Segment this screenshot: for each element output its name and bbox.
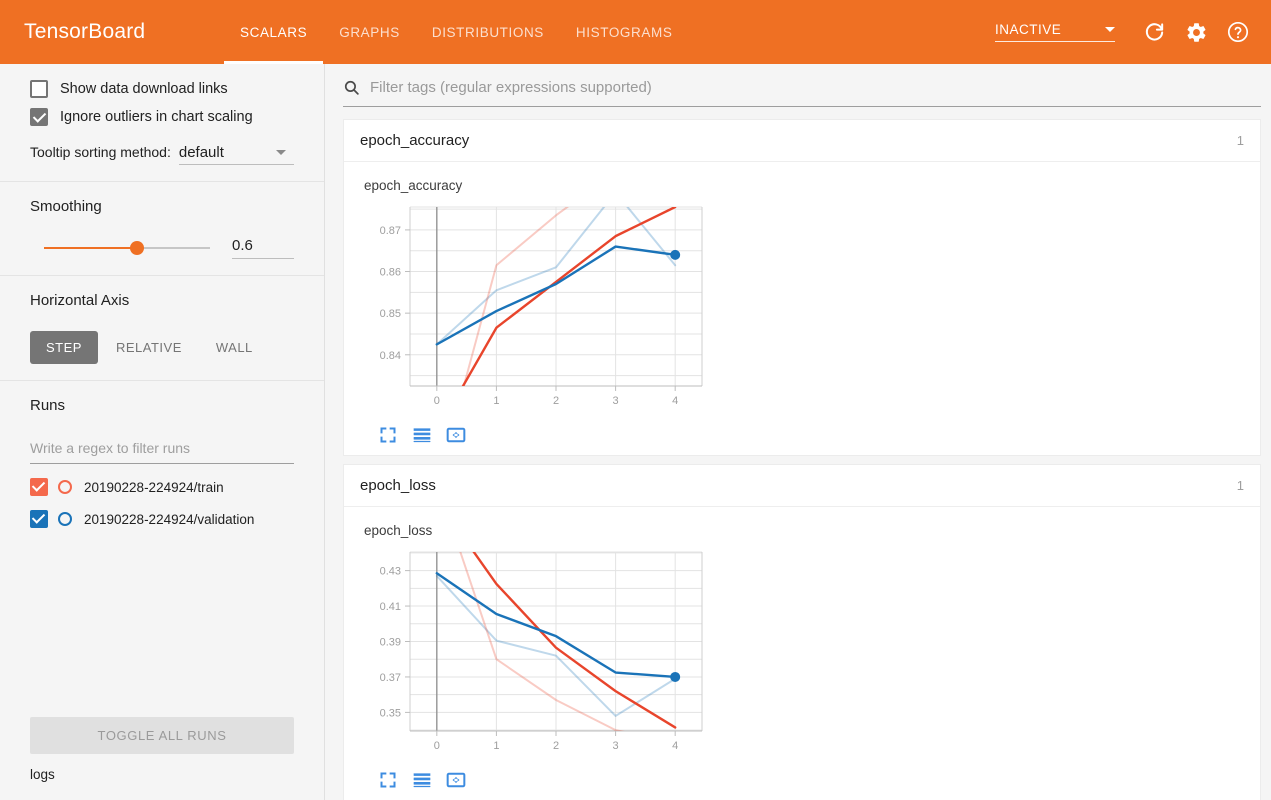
line-chart-epoch-accuracy[interactable]: 0.84 0.85 0.86 0.87 0 1 2 3 4	[362, 199, 722, 414]
chart-title: epoch_accuracy	[364, 178, 463, 193]
smoothing-slider[interactable]	[30, 239, 210, 257]
card-title: epoch_accuracy	[360, 132, 470, 149]
checkbox-label: Ignore outliers in chart scaling	[60, 109, 253, 125]
refresh-icon[interactable]	[1135, 13, 1173, 51]
fullscreen-icon[interactable]	[378, 425, 398, 445]
svg-text:1: 1	[493, 395, 499, 407]
card-body: epoch_accuracy 0.84 0.85 0.86 0.87 0 1 2 3 4	[344, 162, 1260, 455]
settings-gear-icon[interactable]	[1177, 13, 1215, 51]
run-color-dot	[58, 480, 72, 494]
header-actions: INACTIVE	[995, 0, 1257, 64]
tooltip-sorting-row: Tooltip sorting method: default	[30, 144, 294, 165]
smoothing-row: 0.6	[30, 237, 294, 259]
card-body: epoch_loss 0.35 0.37 0.39 0.41 0.43 0 1 2 3 4	[344, 507, 1260, 800]
search-icon	[344, 80, 359, 95]
run-color-dot	[58, 512, 72, 526]
svg-text:0.43: 0.43	[380, 566, 401, 578]
smoothing-section: Smoothing 0.6	[0, 182, 324, 275]
card-count: 1	[1236, 133, 1244, 148]
run-checkbox-icon[interactable]	[30, 478, 48, 496]
chevron-down-icon	[1105, 27, 1115, 32]
main-content: epoch_accuracy 1 epoch_accuracy 0.84 0.85…	[325, 64, 1271, 800]
chart-title: epoch_loss	[364, 523, 433, 538]
svg-text:0.85: 0.85	[380, 308, 401, 320]
run-label: 20190228-224924/train	[84, 479, 224, 495]
smoothing-value-input[interactable]: 0.6	[232, 237, 294, 259]
checkbox-icon	[30, 80, 48, 98]
tag-filter-input[interactable]	[368, 78, 1261, 97]
chart-toolbar	[362, 419, 1260, 451]
tooltip-sorting-label: Tooltip sorting method:	[30, 144, 171, 160]
slider-fill	[44, 247, 136, 249]
horizontal-axis-title: Horizontal Axis	[30, 292, 130, 309]
svg-text:0.35: 0.35	[380, 707, 401, 719]
svg-text:0.39: 0.39	[380, 637, 401, 649]
tab-scalars[interactable]: SCALARS	[224, 0, 324, 64]
svg-text:3: 3	[613, 740, 619, 752]
axis-option-relative[interactable]: RELATIVE	[100, 331, 198, 364]
card-count: 1	[1236, 478, 1244, 493]
status-label: INACTIVE	[995, 22, 1062, 37]
tooltip-sorting-value: default	[178, 144, 224, 161]
data-table-icon[interactable]	[412, 425, 432, 445]
svg-text:0.84: 0.84	[380, 350, 401, 362]
svg-text:0.86: 0.86	[380, 267, 401, 279]
logdir-label: logs	[30, 767, 55, 782]
runs-title: Runs	[30, 397, 66, 414]
svg-text:0: 0	[434, 395, 440, 407]
chart-card-epoch-loss: epoch_loss 1 epoch_loss 0.35 0.37 0.39 0.41…	[343, 464, 1261, 800]
chart-toolbar	[362, 764, 1260, 796]
card-header[interactable]: epoch_loss 1	[344, 465, 1260, 507]
svg-text:1: 1	[493, 740, 499, 752]
nav-tabs: SCALARS GRAPHS DISTRIBUTIONS HISTOGRAMS	[224, 0, 688, 64]
svg-text:4: 4	[672, 740, 678, 752]
axis-option-step[interactable]: STEP	[30, 331, 98, 364]
app-brand: TensorBoard	[24, 20, 146, 43]
sidebar: Show data download links Ignore outliers…	[0, 64, 325, 800]
slider-knob[interactable]	[130, 241, 144, 255]
svg-text:4: 4	[672, 395, 678, 407]
data-table-icon[interactable]	[412, 770, 432, 790]
svg-text:0.41: 0.41	[380, 601, 401, 613]
svg-text:2: 2	[553, 395, 559, 407]
checkbox-show-download-links[interactable]: Show data download links	[30, 80, 294, 98]
svg-text:2: 2	[553, 740, 559, 752]
fit-domain-icon[interactable]	[446, 425, 466, 445]
checkbox-checked-icon	[30, 108, 48, 126]
tab-distributions[interactable]: DISTRIBUTIONS	[416, 0, 560, 64]
runs-filter-input[interactable]	[30, 436, 294, 464]
axis-option-wall[interactable]: WALL	[200, 331, 269, 364]
toggle-all-runs-button[interactable]: TOGGLE ALL RUNS	[30, 717, 294, 754]
svg-text:0: 0	[434, 740, 440, 752]
display-options-section: Show data download links Ignore outliers…	[0, 64, 324, 181]
horizontal-axis-buttons: STEP RELATIVE WALL	[30, 331, 294, 364]
chart-card-epoch-accuracy: epoch_accuracy 1 epoch_accuracy 0.84 0.85…	[343, 119, 1261, 456]
smoothing-title: Smoothing	[30, 198, 102, 215]
run-checkbox-icon[interactable]	[30, 510, 48, 528]
reload-status-dropdown[interactable]: INACTIVE	[995, 22, 1115, 42]
charts-container: epoch_accuracy 1 epoch_accuracy 0.84 0.85…	[325, 107, 1271, 800]
runs-section: Runs 20190228-224924/train 20190228-2249…	[0, 381, 324, 544]
horizontal-axis-section: Horizontal Axis STEP RELATIVE WALL	[0, 276, 324, 380]
svg-text:0.87: 0.87	[380, 225, 401, 237]
run-item-validation[interactable]: 20190228-224924/validation	[30, 510, 294, 528]
tag-filter-bar	[343, 78, 1261, 107]
tooltip-sorting-select[interactable]: default	[178, 144, 294, 165]
chevron-down-icon	[276, 150, 286, 155]
card-header[interactable]: epoch_accuracy 1	[344, 120, 1260, 162]
svg-text:3: 3	[613, 395, 619, 407]
tab-histograms[interactable]: HISTOGRAMS	[560, 0, 689, 64]
checkbox-label: Show data download links	[60, 81, 228, 97]
fullscreen-icon[interactable]	[378, 770, 398, 790]
run-item-train[interactable]: 20190228-224924/train	[30, 478, 294, 496]
run-label: 20190228-224924/validation	[84, 511, 255, 527]
card-title: epoch_loss	[360, 477, 436, 494]
checkbox-ignore-outliers[interactable]: Ignore outliers in chart scaling	[30, 108, 294, 126]
help-icon[interactable]	[1219, 13, 1257, 51]
fit-domain-icon[interactable]	[446, 770, 466, 790]
line-chart-epoch-loss[interactable]: 0.35 0.37 0.39 0.41 0.43 0 1 2 3 4	[362, 544, 722, 759]
svg-text:0.37: 0.37	[380, 672, 401, 684]
app-header: TensorBoard SCALARS GRAPHS DISTRIBUTIONS…	[0, 0, 1271, 64]
tab-graphs[interactable]: GRAPHS	[323, 0, 416, 64]
